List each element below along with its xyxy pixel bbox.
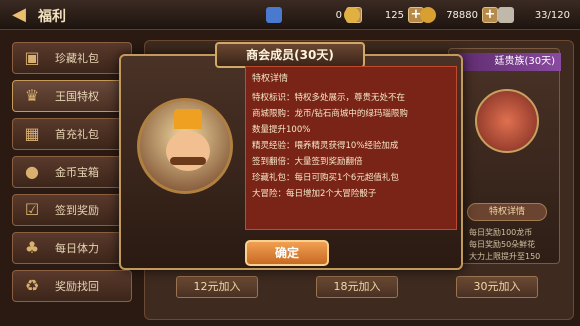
- coin-value: 78880: [446, 9, 478, 21]
- sidebar-item-daily-stamina[interactable]: ♣ 每日体力: [12, 232, 132, 264]
- detail-line: 特权标识：特权多处展示，尊贵无处不在: [252, 93, 406, 103]
- privilege-detail-button[interactable]: 特权详情: [467, 203, 547, 221]
- crown-icon: [174, 109, 202, 129]
- crown-icon: ♛: [24, 86, 40, 105]
- card-line: 每日奖励100龙币: [469, 228, 533, 237]
- sidebar-item-label: 奖励找回: [55, 280, 99, 293]
- stamina-icon: [498, 7, 514, 23]
- sidebar-item-first-recharge[interactable]: ▦ 首充礼包: [12, 118, 132, 150]
- sidebar-item-label: 珍藏礼包: [55, 52, 99, 65]
- gem-value: 0: [335, 9, 342, 21]
- hero-face: [166, 131, 210, 171]
- refresh-resource: 125 +: [344, 6, 424, 24]
- stamina-resource: 33/120: [498, 6, 570, 24]
- sidebar-item-label: 每日体力: [55, 242, 99, 255]
- coin-icon: [420, 7, 436, 23]
- sidebar-item-reward-recover[interactable]: ♻ 奖励找回: [12, 270, 132, 302]
- sidebar-item-checkin[interactable]: ☑ 签到奖励: [12, 194, 132, 226]
- sidebar-item-label: 首充礼包: [55, 128, 99, 141]
- sidebar-item-coin-chest[interactable]: ● 金币宝箱: [12, 156, 132, 188]
- buy-30-button[interactable]: 30元加入: [456, 276, 538, 298]
- noble-portrait: [475, 89, 539, 153]
- gem-icon: [266, 7, 282, 23]
- detail-line: 珍藏礼包：每日可购买1个6元超值礼包: [252, 173, 399, 183]
- recover-icon: ♻: [24, 276, 40, 295]
- refresh-icon: [344, 7, 360, 23]
- sidebar-item-label: 王国特权: [55, 90, 99, 103]
- detail-line: 商城限购：龙币/钻石商城中的绿玛瑙限购: [252, 109, 408, 119]
- sidebar-item-treasure-pack[interactable]: ▣ 珍藏礼包: [12, 42, 132, 74]
- buy-12-button[interactable]: 12元加入: [176, 276, 258, 298]
- hero-portrait: [137, 98, 233, 194]
- buy-18-button[interactable]: 18元加入: [316, 276, 398, 298]
- coin-chest-icon: ●: [25, 162, 39, 181]
- card-line: 大力上限提升至150: [469, 252, 541, 261]
- detail-line: 精灵经验：喂养精灵获得10%经验加成: [252, 141, 399, 151]
- sidebar-item-kingdom-privilege[interactable]: ♛ 王国特权: [12, 80, 132, 112]
- sidebar-item-label: 签到奖励: [55, 204, 99, 217]
- add-coin-button[interactable]: +: [482, 7, 498, 23]
- details-heading: 特权详情: [252, 74, 289, 84]
- card-title: 廷贵族(30天): [449, 53, 561, 71]
- top-bar: ◀ 福利 0 + 125 + 78880 + 33/120: [0, 0, 580, 30]
- gift-icon: ▦: [24, 124, 40, 143]
- privilege-card: 廷贵族(30天) 特权详情 每日奖励100龙币 每日奖励50朵鲜花 大力上限提升…: [448, 48, 561, 264]
- confirm-button[interactable]: 确定: [245, 240, 329, 266]
- coin-resource: 78880 +: [420, 6, 498, 24]
- detail-line: 签到翻倍：大量签到奖励翻倍: [252, 157, 363, 167]
- refresh-value: 125: [384, 9, 404, 21]
- stamina-value: 33/120: [534, 9, 570, 21]
- card-line: 每日奖励50朵鲜花: [469, 240, 536, 249]
- dialog-title: 商会成员(30天): [215, 42, 365, 68]
- privilege-dialog: 商会成员(30天) 特权详情 特权标识：特权多处展示，尊贵无处不在 商城限购：龙…: [119, 42, 463, 270]
- sidebar-item-label: 金币宝箱: [55, 166, 99, 179]
- detail-line: 数量提升100%: [252, 125, 311, 135]
- page-title: 福利: [38, 9, 66, 25]
- privilege-details: 特权详情 特权标识：特权多处展示，尊贵无处不在 商城限购：龙币/钻石商城中的绿玛…: [245, 66, 457, 230]
- mustache-icon: [170, 157, 206, 165]
- chest-icon: ▣: [24, 48, 40, 67]
- back-arrow-icon[interactable]: ◀: [8, 5, 30, 25]
- checkin-icon: ☑: [24, 200, 40, 219]
- detail-line: 大冒险：每日增加2个大冒险骰子: [252, 189, 377, 199]
- stamina-icon: ♣: [24, 238, 40, 257]
